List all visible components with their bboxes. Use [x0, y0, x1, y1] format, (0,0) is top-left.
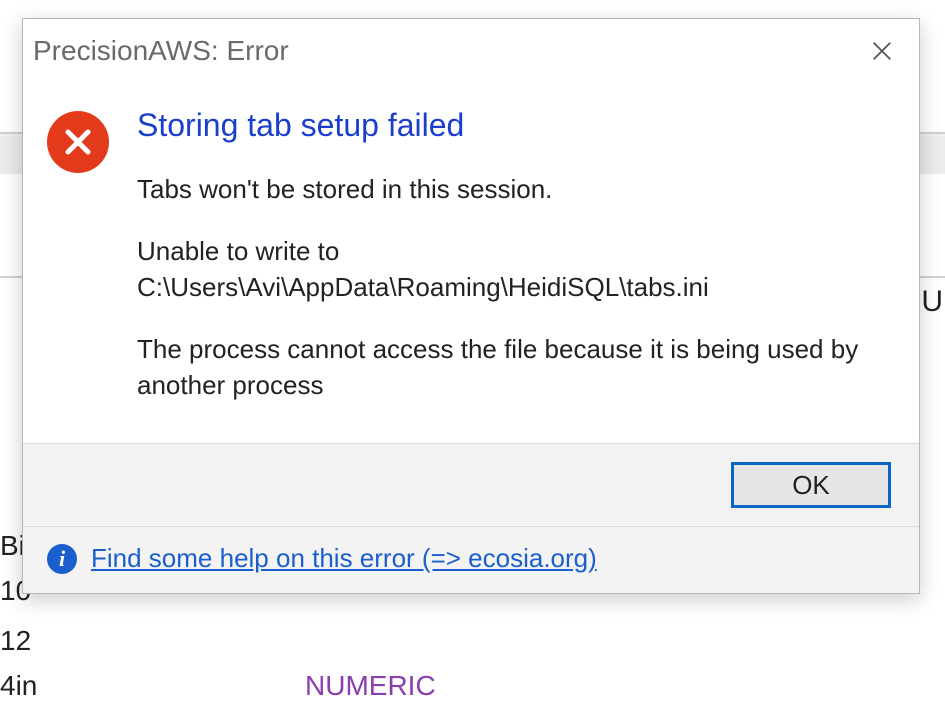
error-dialog: PrecisionAWS: Error Storing tab setup fa… — [22, 18, 920, 594]
icon-column — [47, 107, 137, 173]
error-body: Tabs won't be stored in this session. Un… — [137, 172, 891, 403]
dialog-button-row: OK — [23, 443, 919, 526]
dialog-content: Storing tab setup failed Tabs won't be s… — [23, 79, 919, 443]
error-headline: Storing tab setup failed — [137, 107, 891, 144]
bg-text: 4in — [0, 670, 37, 702]
error-line: Unable to write to C:\Users\Avi\AppData\… — [137, 234, 891, 306]
dialog-footer: i Find some help on this error (=> ecosi… — [23, 526, 919, 593]
dialog-title: PrecisionAWS: Error — [33, 35, 289, 67]
error-icon — [47, 111, 109, 173]
bg-text: U — [921, 285, 943, 319]
info-icon: i — [47, 544, 77, 574]
help-link[interactable]: Find some help on this error (=> ecosia.… — [91, 543, 597, 575]
error-line-part: Unable to write to — [137, 236, 339, 266]
bg-text: 12 — [0, 625, 31, 657]
bg-text: NUMERIC — [305, 670, 436, 702]
error-line: Tabs won't be stored in this session. — [137, 172, 891, 208]
close-button[interactable] — [867, 36, 897, 66]
ok-button[interactable]: OK — [731, 462, 891, 508]
error-path: C:\Users\Avi\AppData\Roaming\HeidiSQL\ta… — [137, 272, 709, 302]
close-icon — [871, 40, 893, 62]
text-column: Storing tab setup failed Tabs won't be s… — [137, 107, 891, 409]
error-line: The process cannot access the file becau… — [137, 332, 891, 404]
dialog-titlebar: PrecisionAWS: Error — [23, 19, 919, 79]
